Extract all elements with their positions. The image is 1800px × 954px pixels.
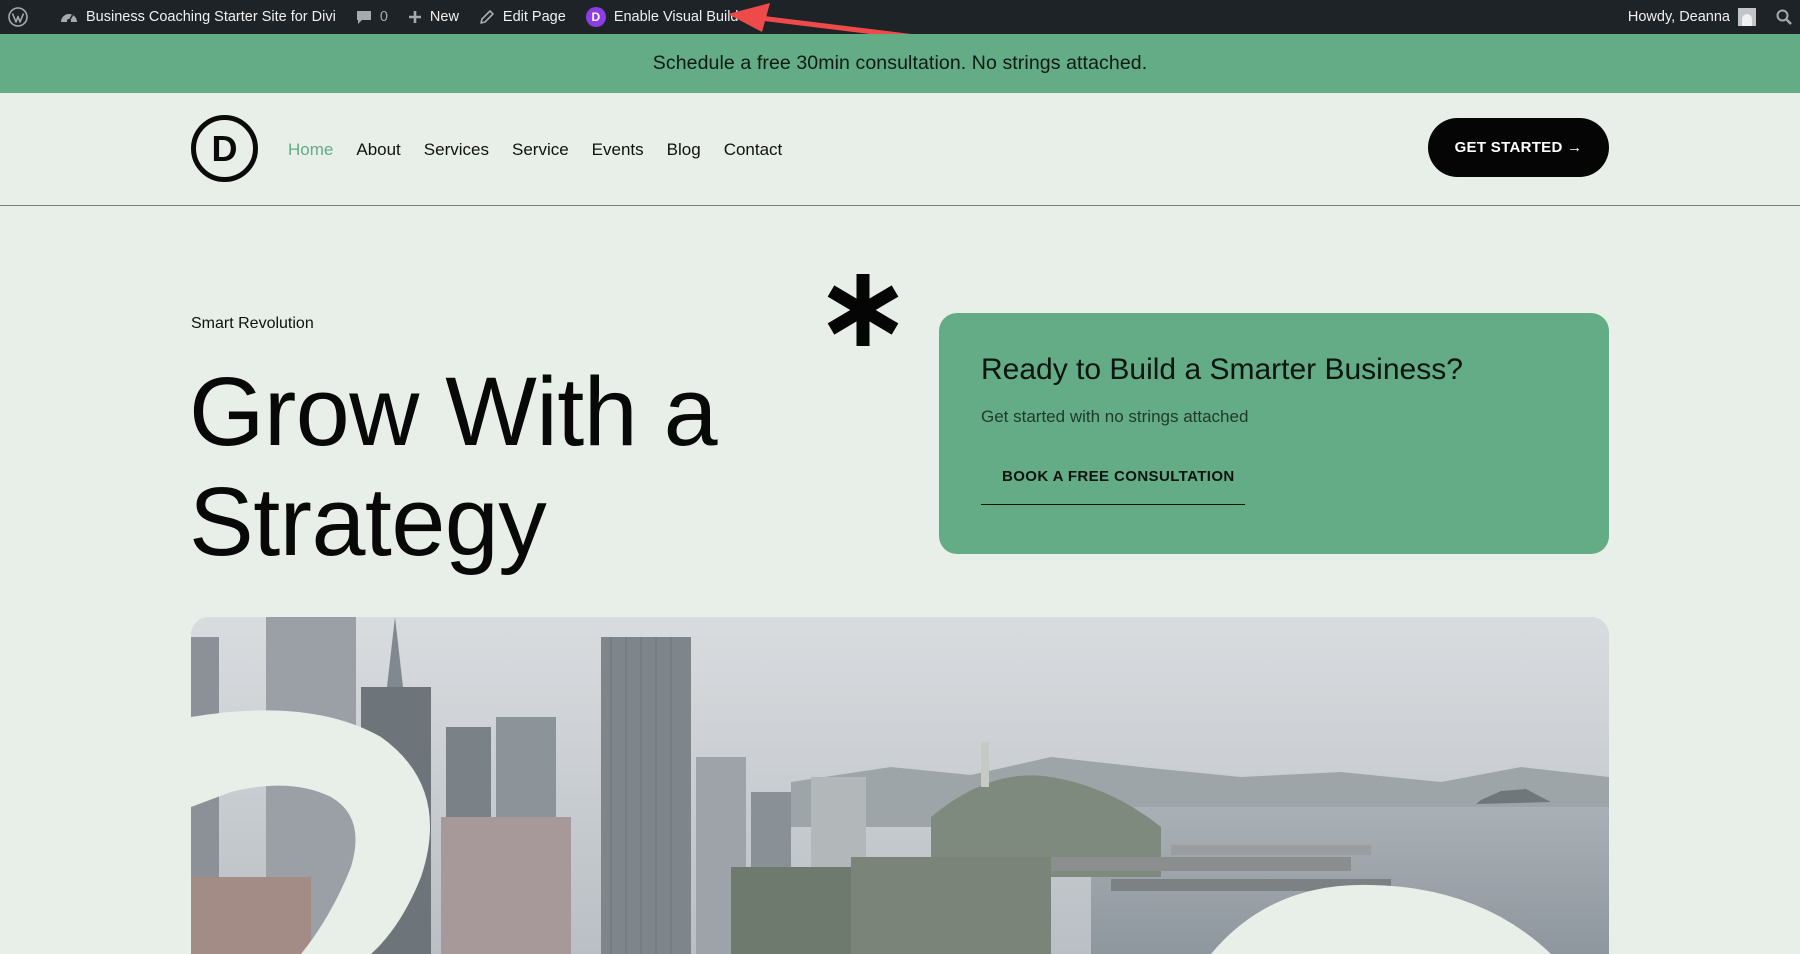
visual-builder-label: Enable Visual Builder (613, 9, 752, 25)
comments-link[interactable]: 0 (346, 0, 398, 34)
nav-item-events[interactable]: Events (592, 140, 644, 160)
hero-eyebrow: Smart Revolution (191, 315, 314, 332)
nav-item-blog[interactable]: Blog (667, 140, 701, 160)
card-title: Ready to Build a Smarter Business? (981, 353, 1463, 386)
my-account-link[interactable]: Howdy, Deanna (1618, 0, 1766, 34)
new-content-link[interactable]: New (398, 0, 469, 34)
avatar (1738, 8, 1756, 26)
logo-letter: D (211, 127, 238, 169)
wordpress-logo-icon (8, 7, 28, 27)
hero-title-line2: Strategy (189, 467, 547, 576)
book-consultation-label: BOOK A FREE CONSULTATION (1002, 468, 1235, 485)
dashboard-icon (60, 9, 78, 25)
site-logo[interactable]: D (191, 115, 258, 182)
hero-city-image (191, 617, 1609, 954)
get-started-label: GET STARTED → (1454, 139, 1583, 156)
nav-item-services[interactable]: Services (424, 140, 489, 160)
search-icon (1776, 9, 1792, 25)
nav-item-service[interactable]: Service (512, 140, 569, 160)
site-header: D Home About Services Service Events Blo… (0, 93, 1800, 206)
nav-item-home[interactable]: Home (288, 140, 333, 160)
nav-item-about[interactable]: About (356, 140, 400, 160)
comments-count: 0 (379, 9, 388, 25)
hero-title-line1: Grow With a (189, 357, 718, 466)
asterisk-icon (827, 274, 899, 346)
nav-item-contact[interactable]: Contact (724, 140, 783, 160)
promo-text: Schedule a free 30min consultation. No s… (652, 52, 1148, 74)
site-name-link[interactable]: Business Coaching Starter Site for Divi (50, 0, 346, 34)
wordpress-logo-button[interactable] (0, 0, 50, 34)
get-started-button[interactable]: GET STARTED → (1428, 118, 1609, 177)
enable-visual-builder-link[interactable]: D Enable Visual Builder (576, 0, 762, 34)
book-consultation-button[interactable]: BOOK A FREE CONSULTATION (981, 449, 1245, 505)
site-name: Business Coaching Starter Site for Divi (86, 9, 336, 25)
admin-search-button[interactable] (1766, 0, 1800, 34)
wp-admin-bar: Business Coaching Starter Site for Divi … (0, 0, 1800, 34)
edit-page-link[interactable]: Edit Page (469, 0, 576, 34)
comment-icon (356, 9, 372, 25)
pencil-icon (479, 9, 495, 25)
greeting: Howdy, Deanna (1627, 9, 1730, 25)
card-subtitle: Get started with no strings attached (981, 407, 1249, 426)
edit-page-label: Edit Page (502, 9, 566, 25)
consultation-card: Ready to Build a Smarter Business? Get s… (939, 313, 1609, 554)
main-nav: Home About Services Service Events Blog … (288, 93, 782, 206)
plus-icon (408, 10, 422, 24)
promo-bar[interactable]: Schedule a free 30min consultation. No s… (0, 34, 1800, 93)
hero-title: Grow With a Strategy (189, 357, 829, 577)
divi-icon: D (585, 7, 606, 27)
new-label: New (429, 9, 459, 25)
